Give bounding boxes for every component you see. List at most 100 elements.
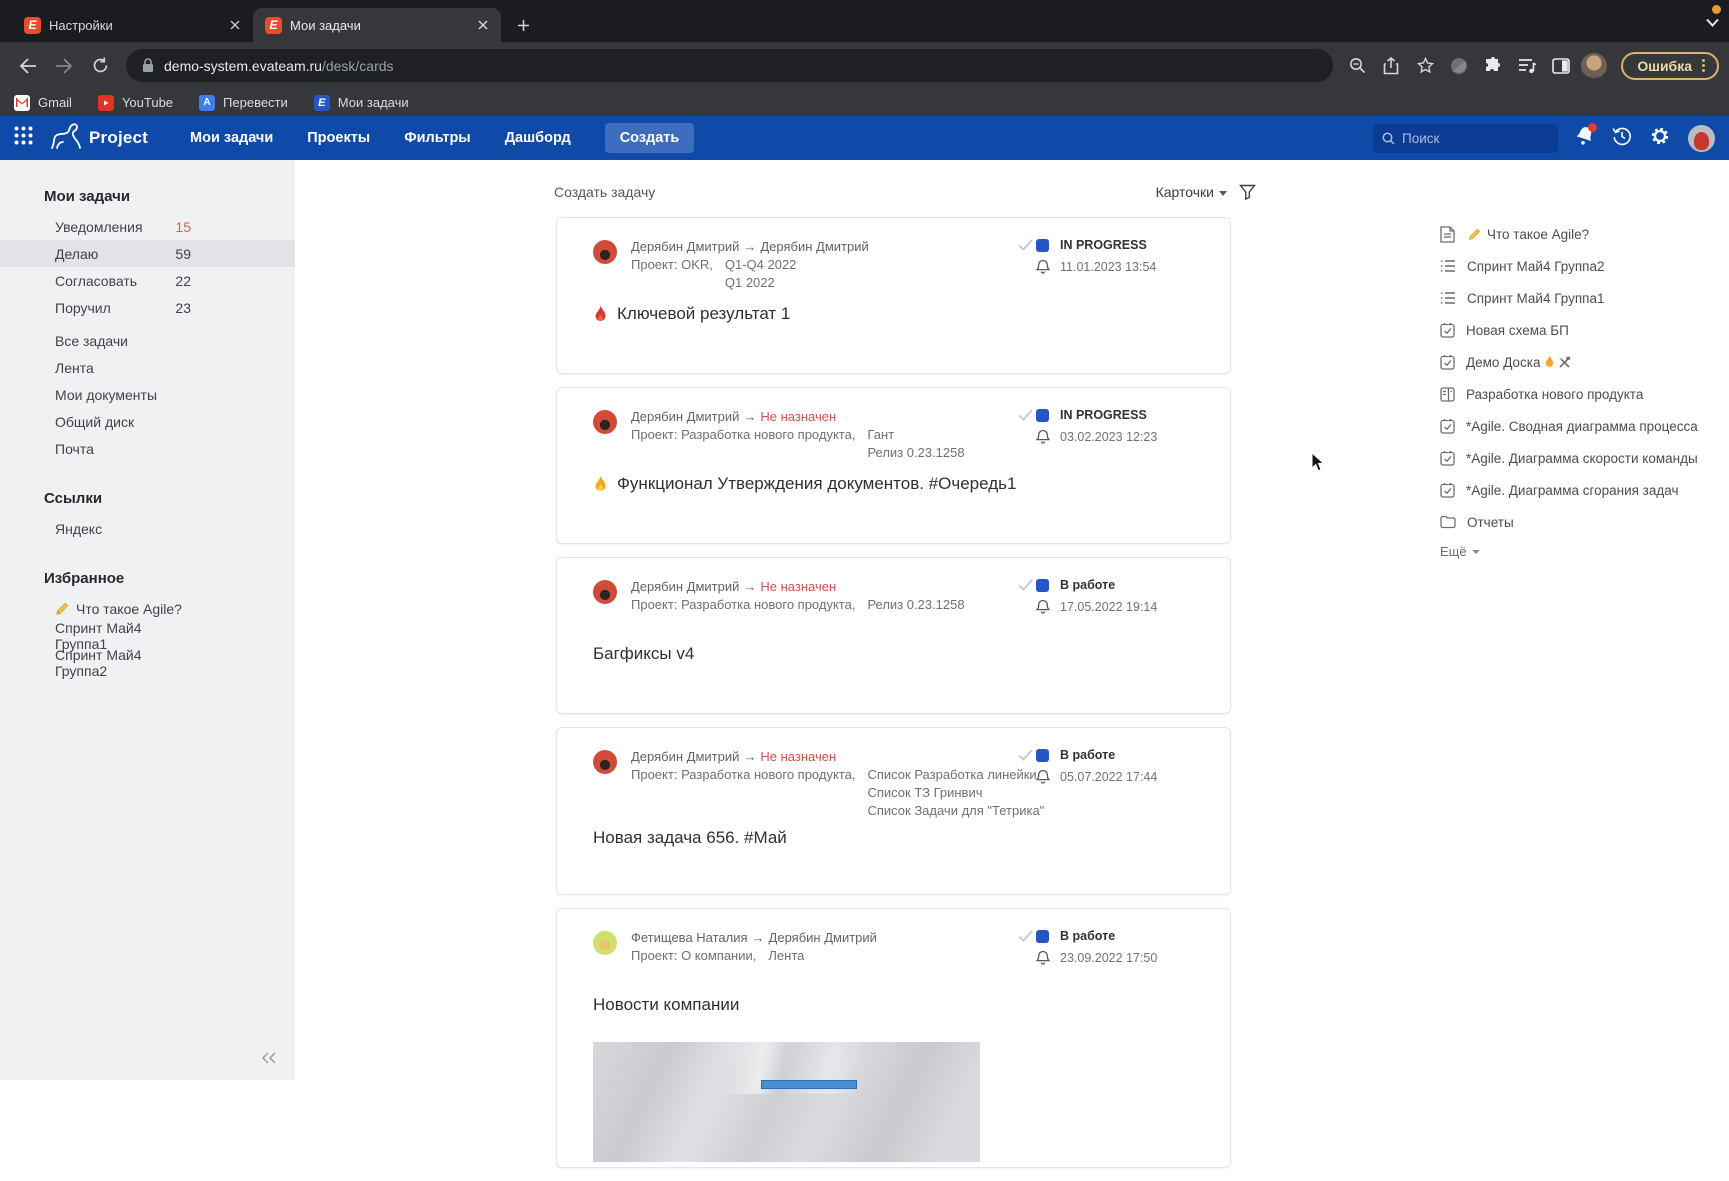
card-title[interactable]: Функционал Утверждения документов. #Очер… bbox=[593, 474, 1016, 494]
sidebar-fav-sprint-group1[interactable]: Спринт Май4 Группа1 bbox=[0, 622, 295, 649]
browser-menu-icon[interactable] bbox=[1698, 59, 1709, 72]
extension-disabled-icon[interactable] bbox=[1445, 52, 1473, 80]
status-label[interactable]: В работе bbox=[1060, 748, 1157, 762]
right-link-demo-board[interactable]: Демо Доска bbox=[1440, 346, 1724, 378]
card-title[interactable]: Новая задача 656. #Май bbox=[593, 828, 787, 848]
tag[interactable]: Гант bbox=[867, 426, 964, 444]
sidebar-fav-sprint-group2[interactable]: Спринт Май4 Группа2 bbox=[0, 649, 295, 676]
create-button[interactable]: Создать bbox=[605, 123, 695, 153]
sidebar-fav-what-is-agile[interactable]: Что такое Agile? bbox=[0, 595, 295, 622]
task-card[interactable]: Дерябин Дмитрий→Не назначен Проект: Разр… bbox=[556, 557, 1231, 714]
reminder-bell-icon[interactable] bbox=[1036, 769, 1050, 784]
tag[interactable]: Список Задачи для "Тетрика" bbox=[867, 802, 1044, 820]
nav-projects[interactable]: Проекты bbox=[307, 130, 370, 146]
share-icon[interactable] bbox=[1377, 52, 1405, 80]
card-assignee[interactable]: Не назначен bbox=[760, 749, 836, 764]
sidebar-link-yandex[interactable]: Яндекс bbox=[0, 515, 295, 542]
project-name[interactable]: Разработка нового продукта, bbox=[681, 427, 855, 442]
card-attachment-image[interactable] bbox=[593, 1042, 980, 1162]
filter-funnel-icon[interactable] bbox=[1239, 184, 1256, 200]
error-menu-button[interactable]: Ошибка bbox=[1621, 52, 1719, 80]
sidebar-item-notifications[interactable]: Уведомления 15 bbox=[0, 213, 295, 240]
reminder-bell-icon[interactable] bbox=[1036, 429, 1050, 444]
search-input[interactable] bbox=[1402, 131, 1532, 146]
card-author[interactable]: Дерябин Дмитрий bbox=[631, 579, 739, 594]
project-name[interactable]: OKR, bbox=[681, 257, 713, 272]
tab-close-icon[interactable] bbox=[474, 17, 491, 34]
bookmark-my-tasks[interactable]: E Мои задачи bbox=[314, 95, 409, 111]
browser-profile-avatar[interactable] bbox=[1581, 53, 1607, 79]
sidebar-item-shared-disk[interactable]: Общий диск bbox=[0, 408, 295, 435]
task-card[interactable]: Фетищева Наталия→Дерябин Дмитрий Проект:… bbox=[556, 908, 1231, 1168]
apps-grid-icon[interactable] bbox=[14, 126, 33, 150]
notifications-bell-icon[interactable] bbox=[1576, 126, 1594, 150]
bookmark-translate[interactable]: A Перевести bbox=[199, 95, 288, 111]
browser-tab-settings[interactable]: E Настройки bbox=[12, 8, 253, 42]
bookmark-gmail[interactable]: Gmail bbox=[14, 95, 72, 111]
side-panel-icon[interactable] bbox=[1547, 52, 1575, 80]
task-card[interactable]: Дерябин Дмитрий→Не назначен Проект: Разр… bbox=[556, 727, 1231, 895]
card-title[interactable]: Ключевой результат 1 bbox=[593, 304, 790, 324]
bookmark-star-icon[interactable] bbox=[1411, 52, 1439, 80]
sidebar-item-doing[interactable]: Делаю 59 bbox=[0, 240, 295, 267]
check-icon[interactable] bbox=[1018, 749, 1033, 761]
create-task-link[interactable]: Создать задачу bbox=[554, 184, 655, 200]
card-assignee[interactable]: Не назначен bbox=[760, 409, 836, 424]
media-controls-icon[interactable] bbox=[1513, 52, 1541, 80]
sidebar-item-approve[interactable]: Согласовать 22 bbox=[0, 267, 295, 294]
right-link-agile-process-diagram[interactable]: *Agile. Сводная диаграмма процесса bbox=[1440, 410, 1724, 442]
bookmark-youtube[interactable]: YouTube bbox=[98, 95, 173, 111]
tab-search-button[interactable] bbox=[1706, 14, 1719, 32]
address-bar[interactable]: demo-system.evateam.ru/desk/cards bbox=[126, 49, 1333, 82]
history-icon[interactable] bbox=[1612, 126, 1632, 151]
view-selector-dropdown[interactable]: Карточки bbox=[1156, 184, 1227, 200]
task-card[interactable]: Дерябин Дмитрий→Дерябин Дмитрий Проект: … bbox=[556, 217, 1231, 374]
check-icon[interactable] bbox=[1018, 409, 1033, 421]
card-assignee[interactable]: Дерябин Дмитрий bbox=[769, 930, 877, 945]
nav-filters[interactable]: Фильтры bbox=[404, 130, 470, 146]
more-button[interactable]: Ещё bbox=[1440, 544, 1724, 559]
card-assignee[interactable]: Дерябин Дмитрий bbox=[760, 239, 868, 254]
card-author[interactable]: Дерябин Дмитрий bbox=[631, 749, 739, 764]
sidebar-item-mail[interactable]: Почта bbox=[0, 435, 295, 462]
reminder-bell-icon[interactable] bbox=[1036, 599, 1050, 614]
global-search[interactable] bbox=[1373, 124, 1558, 153]
back-icon[interactable] bbox=[13, 51, 43, 81]
new-tab-button[interactable] bbox=[509, 11, 537, 39]
tag[interactable]: Q1 2022 bbox=[725, 274, 797, 292]
tag[interactable]: Q1-Q4 2022 bbox=[725, 256, 797, 274]
right-link-new-bp-schema[interactable]: Новая схема БП bbox=[1440, 314, 1724, 346]
status-label[interactable]: В работе bbox=[1060, 578, 1157, 592]
status-label[interactable]: IN PROGRESS bbox=[1060, 408, 1157, 422]
user-avatar[interactable] bbox=[1688, 125, 1715, 152]
tag[interactable]: Релиз 0.23.1258 bbox=[867, 444, 964, 462]
check-icon[interactable] bbox=[1018, 239, 1033, 251]
status-label[interactable]: В работе bbox=[1060, 929, 1157, 943]
reminder-bell-icon[interactable] bbox=[1036, 259, 1050, 274]
check-icon[interactable] bbox=[1018, 579, 1033, 591]
tag[interactable]: Список ТЗ Гринвич bbox=[867, 784, 1044, 802]
right-link-agile-burndown-diagram[interactable]: *Agile. Диаграмма сгорания задач bbox=[1440, 474, 1724, 506]
browser-tab-my-tasks[interactable]: E Мои задачи bbox=[253, 8, 501, 42]
project-name[interactable]: О компании, bbox=[681, 948, 756, 963]
collapse-sidebar-icon[interactable] bbox=[255, 1048, 283, 1068]
sidebar-item-assigned[interactable]: Поручил 23 bbox=[0, 294, 295, 321]
status-label[interactable]: IN PROGRESS bbox=[1060, 238, 1156, 252]
task-card[interactable]: Дерябин Дмитрий→Не назначен Проект: Разр… bbox=[556, 387, 1231, 544]
card-title[interactable]: Багфиксы v4 bbox=[593, 644, 694, 664]
tag[interactable]: Лента bbox=[768, 947, 804, 965]
card-author[interactable]: Фетищева Наталия bbox=[631, 930, 748, 945]
right-link-what-is-agile[interactable]: Что такое Agile? bbox=[1440, 218, 1724, 250]
card-author[interactable]: Дерябин Дмитрий bbox=[631, 239, 739, 254]
right-link-new-product-dev[interactable]: Разработка нового продукта bbox=[1440, 378, 1724, 410]
settings-gear-icon[interactable] bbox=[1650, 126, 1670, 151]
project-name[interactable]: Разработка нового продукта, bbox=[681, 597, 855, 612]
sidebar-item-all-tasks[interactable]: Все задачи bbox=[0, 327, 295, 354]
tab-close-icon[interactable] bbox=[226, 17, 243, 34]
nav-dashboard[interactable]: Дашборд bbox=[505, 130, 571, 146]
right-link-agile-velocity-diagram[interactable]: *Agile. Диаграмма скорости команды bbox=[1440, 442, 1724, 474]
card-title[interactable]: Новости компании bbox=[593, 995, 739, 1015]
extensions-puzzle-icon[interactable] bbox=[1479, 52, 1507, 80]
tag[interactable]: Релиз 0.23.1258 bbox=[867, 596, 964, 614]
check-icon[interactable] bbox=[1018, 930, 1033, 942]
